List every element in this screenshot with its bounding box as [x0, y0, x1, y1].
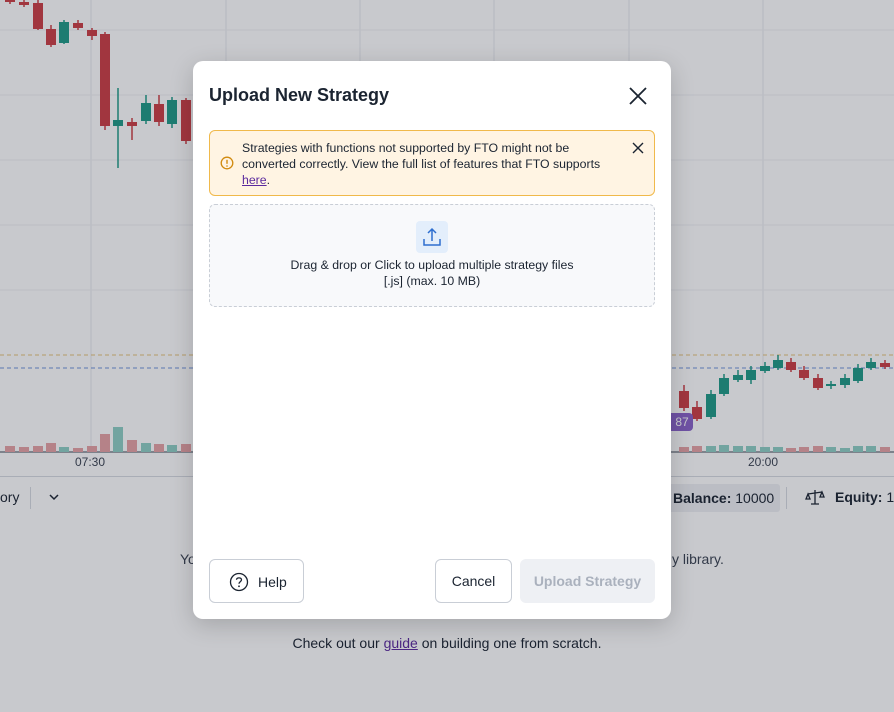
- cancel-button[interactable]: Cancel: [435, 559, 512, 603]
- upload-strategy-button[interactable]: Upload Strategy: [520, 559, 655, 603]
- help-icon: [229, 572, 249, 592]
- help-button[interactable]: Help: [209, 559, 304, 603]
- warning-suffix: .: [266, 173, 271, 187]
- warning-banner: Strategies with functions not supported …: [209, 130, 655, 196]
- upload-icon: [416, 221, 448, 253]
- close-icon[interactable]: [631, 141, 645, 155]
- help-label: Help: [258, 574, 287, 590]
- file-dropzone[interactable]: Drag & drop or Click to upload multiple …: [209, 204, 655, 307]
- dialog-title: Upload New Strategy: [209, 85, 390, 105]
- dropzone-file-constraints: [.js] (max. 10 MB): [383, 274, 481, 288]
- upload-strategy-dialog: Upload New Strategy Strategies with func…: [193, 61, 671, 619]
- dropzone-instruction: Drag & drop or Click to upload multiple …: [290, 258, 574, 272]
- supported-features-link[interactable]: here: [242, 173, 267, 187]
- warning-icon: [220, 156, 234, 170]
- close-icon[interactable]: [627, 85, 649, 107]
- warning-text: Strategies with functions not supported …: [242, 140, 612, 188]
- warning-message: Strategies with functions not supported …: [242, 141, 601, 171]
